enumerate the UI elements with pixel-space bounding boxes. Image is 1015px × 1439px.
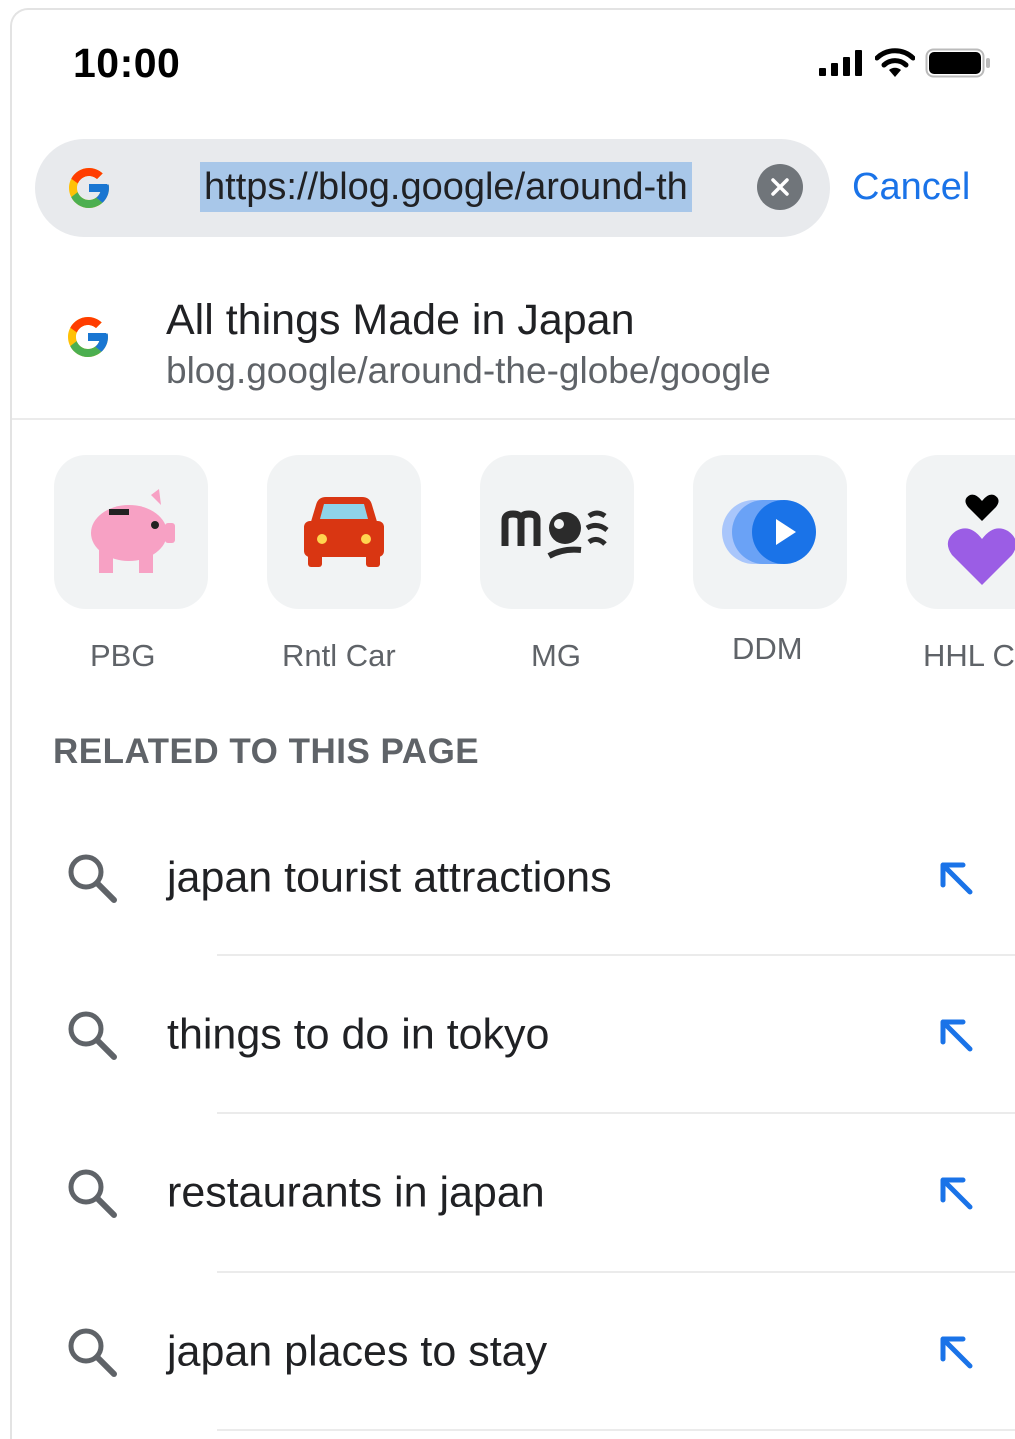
related-search-row[interactable]: japan tourist attractions: [12, 799, 1015, 957]
related-search-row[interactable]: japan places to stay: [12, 1273, 1015, 1431]
status-icons: [819, 48, 991, 78]
shortcut-label: DDM: [732, 631, 803, 666]
shortcut-tiles: PBG Rntl Car MG DDM HHL C: [0, 455, 1015, 685]
shortcut-label: Rntl Car: [282, 638, 396, 673]
search-icon: [68, 1169, 117, 1218]
piggy-bank-icon: [91, 489, 175, 573]
arrow-up-left-icon[interactable]: [937, 1016, 975, 1054]
cellular-signal-icon: [819, 50, 862, 76]
shortcut-label: PBG: [90, 638, 156, 673]
battery-icon: [925, 48, 990, 78]
search-icon: [68, 1011, 117, 1060]
related-search-text: restaurants in japan: [167, 1168, 545, 1217]
clear-button[interactable]: [757, 164, 803, 210]
google-g-icon: [69, 168, 109, 208]
status-time: 10:00: [73, 40, 181, 86]
suggestion-row[interactable]: All things Made in Japan blog.google/aro…: [12, 280, 1015, 420]
search-icon: [68, 1328, 117, 1377]
play-icon: [722, 500, 816, 564]
mg-logo-icon: [501, 510, 609, 559]
suggestion-title: All things Made in Japan: [166, 296, 635, 344]
arrow-up-left-icon[interactable]: [937, 1333, 975, 1371]
shortcut-icon-box: [480, 455, 634, 609]
wifi-icon: [875, 48, 915, 77]
cancel-button[interactable]: Cancel: [852, 164, 970, 210]
shortcut-icon-box: [267, 455, 421, 609]
related-search-row[interactable]: restaurants in japan: [12, 1114, 1015, 1272]
shortcut-label: MG: [531, 638, 581, 673]
related-search-row[interactable]: things to do in tokyo: [12, 956, 1015, 1114]
url-input[interactable]: https://blog.google/around-th: [200, 162, 692, 212]
shortcut-icon-box: [54, 455, 208, 609]
related-search-text: japan tourist attractions: [167, 853, 612, 902]
shortcut-icon-box: [906, 455, 1015, 609]
shortcut-icon-box: [693, 455, 847, 609]
search-icon: [68, 854, 117, 903]
omnibox[interactable]: https://blog.google/around-th: [35, 139, 830, 237]
hearts-icon: [947, 494, 1015, 585]
row-divider: [217, 1429, 1015, 1431]
related-search-text: things to do in tokyo: [167, 1010, 550, 1059]
arrow-up-left-icon[interactable]: [937, 859, 975, 897]
google-g-icon: [68, 317, 108, 357]
suggestion-url: blog.google/around-the-globe/google: [166, 350, 771, 391]
close-icon: [771, 178, 789, 196]
arrow-up-left-icon[interactable]: [937, 1174, 975, 1212]
car-icon: [304, 497, 384, 567]
shortcut-label: HHL C: [923, 638, 1015, 673]
related-search-text: japan places to stay: [167, 1327, 548, 1376]
related-section-heading: RELATED TO THIS PAGE: [53, 732, 480, 771]
